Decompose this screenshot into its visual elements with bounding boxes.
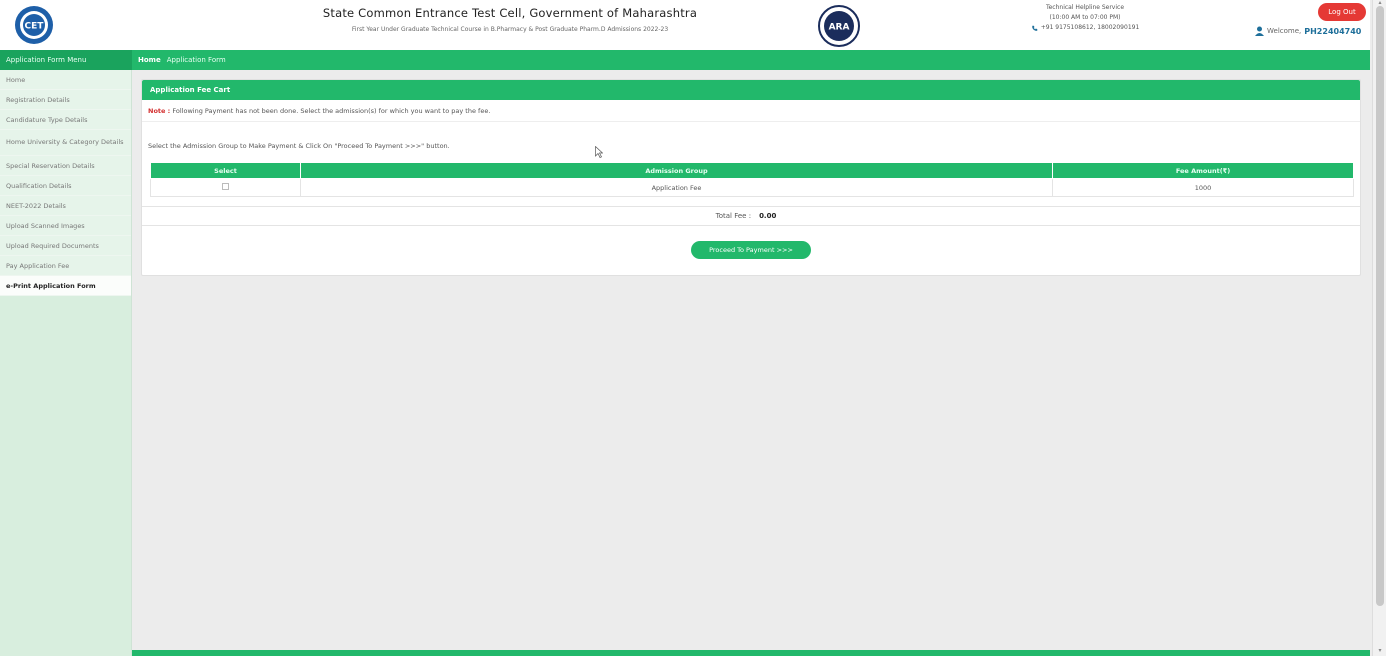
fee-amount-cell: 1000 [1052,178,1354,197]
application-form-menu-title: Application Form Menu [0,50,132,70]
svg-text:ARA: ARA [829,23,850,33]
payment-note: Note : Following Payment has not been do… [142,100,1360,122]
sidebar-item-home[interactable]: Home [0,70,131,90]
top-navbar: Application Form Menu Home Application F… [0,50,1370,70]
col-header-admission-group: Admission Group [300,162,1053,179]
helpline-info: Technical Helpline Service (10:00 AM to … [1010,3,1160,33]
fee-table: Select Admission Group Fee Amount(₹) App… [150,162,1354,197]
total-fee-label: Total Fee : [715,212,752,220]
select-cell [150,178,301,197]
scroll-down-arrow-icon[interactable]: ▾ [1376,648,1384,654]
svg-text:CET: CET [25,22,45,32]
panel-title: Application Fee Cart [142,80,1360,100]
sidebar-item-qualification-details[interactable]: Qualification Details [0,176,131,196]
sidebar-item-upload-required-documents[interactable]: Upload Required Documents [0,236,131,256]
breadcrumb: Home Application Form [138,50,226,70]
col-header-fee-amount: Fee Amount(₹) [1052,162,1354,179]
col-header-select: Select [150,162,301,179]
nav-application-form-link[interactable]: Application Form [167,56,226,64]
sidebar-item-neet-details[interactable]: NEET-2022 Details [0,196,131,216]
logout-button[interactable]: Log Out [1318,3,1366,21]
sidebar-item-e-print-application-form[interactable]: e-Print Application Form [0,276,131,296]
page-scrollbar[interactable]: ▴ ▾ [1372,0,1386,656]
fee-table-header-row: Select Admission Group Fee Amount(₹) [150,162,1354,179]
total-fee-row: Total Fee : 0.00 [142,206,1360,226]
sidebar-item-pay-application-fee[interactable]: Pay Application Fee [0,256,131,276]
proceed-to-payment-button[interactable]: Proceed To Payment >>> [691,241,811,259]
note-text: Following Payment has not been done. Sel… [172,107,491,115]
cet-logo: CET [15,6,53,44]
sidebar-item-candidature-type[interactable]: Candidature Type Details [0,110,131,130]
page-header: CET State Common Entrance Test Cell, Gov… [0,0,1370,50]
helpline-phone: +91 9175108612, 18002090191 [1040,24,1140,31]
header-title-block: State Common Entrance Test Cell, Governm… [220,6,800,33]
application-fee-cart-panel: Application Fee Cart Note : Following Pa… [141,79,1361,276]
total-fee-value: 0.00 [759,212,777,220]
scrollbar-thumb[interactable] [1376,6,1384,606]
mouse-cursor-icon [595,146,603,158]
nav-home-link[interactable]: Home [138,56,161,64]
page-title: State Common Entrance Test Cell, Governm… [322,6,698,20]
user-icon [1255,26,1264,36]
note-label: Note : [148,107,171,115]
sidebar-item-registration-details[interactable]: Registration Details [0,90,131,110]
sidebar-item-special-reservation[interactable]: Special Reservation Details [0,156,131,176]
phone-icon [1031,25,1038,31]
welcome-user: Welcome, PH22404740 [1255,26,1361,36]
admission-group-cell: Application Fee [300,178,1053,197]
sidebar-menu: Home Registration Details Candidature Ty… [0,70,132,656]
payment-instruction: Select the Admission Group to Make Payme… [148,142,450,150]
user-id: PH22404740 [1304,26,1362,36]
admission-group-checkbox[interactable] [222,183,229,190]
sidebar-item-home-university-category[interactable]: Home University & Category Details [0,130,131,156]
welcome-label: Welcome, [1267,27,1302,35]
helpline-title: Technical Helpline Service [1045,4,1125,11]
page-subtitle: First Year Under Graduate Technical Cour… [351,26,669,33]
helpline-phone-row: +91 9175108612, 18002090191 [1010,23,1160,33]
table-row: Application Fee 1000 [150,178,1354,197]
ara-logo: ARA [818,5,860,47]
footer-bar [132,650,1370,656]
sidebar-item-upload-scanned-images[interactable]: Upload Scanned Images [0,216,131,236]
helpline-hours: (10:00 AM to 07:00 PM) [1049,14,1121,21]
